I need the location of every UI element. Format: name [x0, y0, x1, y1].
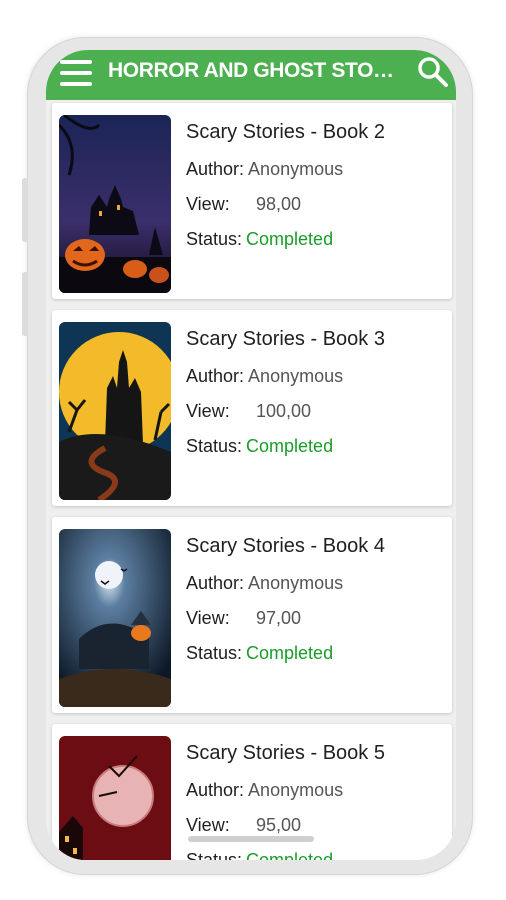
author-row: Author: Anonymous: [186, 366, 343, 387]
author-value: Anonymous: [248, 366, 344, 386]
view-value: 98,00: [256, 194, 302, 214]
status-label: Status:: [186, 229, 243, 249]
status-row: Status: Completed: [186, 643, 333, 664]
author-value: Anonymous: [248, 780, 344, 800]
view-value: 97,00: [256, 608, 302, 628]
author-label: Author:: [186, 780, 245, 800]
view-label: View:: [186, 194, 230, 214]
status-value: Completed: [246, 643, 334, 663]
home-indicator: [188, 836, 314, 842]
book-title: Scary Stories - Book 4: [186, 535, 385, 557]
author-row: Author: Anonymous: [186, 159, 343, 180]
app-bar: HORROR AND GHOST STORI...: [46, 50, 456, 100]
hamburger-menu-icon[interactable]: [60, 60, 92, 86]
status-value: Completed: [246, 850, 334, 860]
status-row: Status: Completed: [186, 436, 333, 457]
app-title: HORROR AND GHOST STORI...: [108, 59, 398, 82]
status-label: Status:: [186, 850, 243, 860]
status-row: Status: Completed: [186, 229, 333, 250]
author-label: Author:: [186, 159, 245, 179]
view-value: 100,00: [256, 401, 312, 421]
book-cover-image: [59, 322, 171, 500]
status-row: Status: Completed: [186, 850, 333, 860]
status-label: Status:: [186, 436, 243, 456]
book-title: Scary Stories - Book 2: [186, 121, 385, 143]
book-card[interactable]: Scary Stories - Book 4 Author: Anonymous …: [52, 517, 452, 713]
view-label: View:: [186, 608, 230, 628]
search-icon[interactable]: [416, 55, 450, 89]
status-value: Completed: [246, 436, 334, 456]
app-screen: HORROR AND GHOST STORI... Scary Stories …: [46, 50, 456, 860]
book-card[interactable]: Scary Stories - Book 3 Author: Anonymous …: [52, 310, 452, 506]
view-label: View:: [186, 401, 230, 421]
book-cover-image: [59, 529, 171, 707]
volume-down-button: [22, 272, 28, 336]
book-title: Scary Stories - Book 5: [186, 742, 385, 764]
author-row: Author: Anonymous: [186, 780, 343, 801]
author-value: Anonymous: [248, 159, 344, 179]
view-value: 95,00: [256, 815, 302, 835]
status-label: Status:: [186, 643, 243, 663]
volume-up-button: [22, 178, 28, 242]
author-label: Author:: [186, 573, 245, 593]
status-value: Completed: [246, 229, 334, 249]
book-card[interactable]: Scary Stories - Book 2 Author: Anonymous …: [52, 103, 452, 299]
book-cover-image: [59, 115, 171, 293]
view-label: View:: [186, 815, 230, 835]
author-value: Anonymous: [248, 573, 344, 593]
book-title: Scary Stories - Book 3: [186, 328, 385, 350]
book-cover-image: [59, 736, 171, 860]
author-row: Author: Anonymous: [186, 573, 343, 594]
author-label: Author:: [186, 366, 245, 386]
